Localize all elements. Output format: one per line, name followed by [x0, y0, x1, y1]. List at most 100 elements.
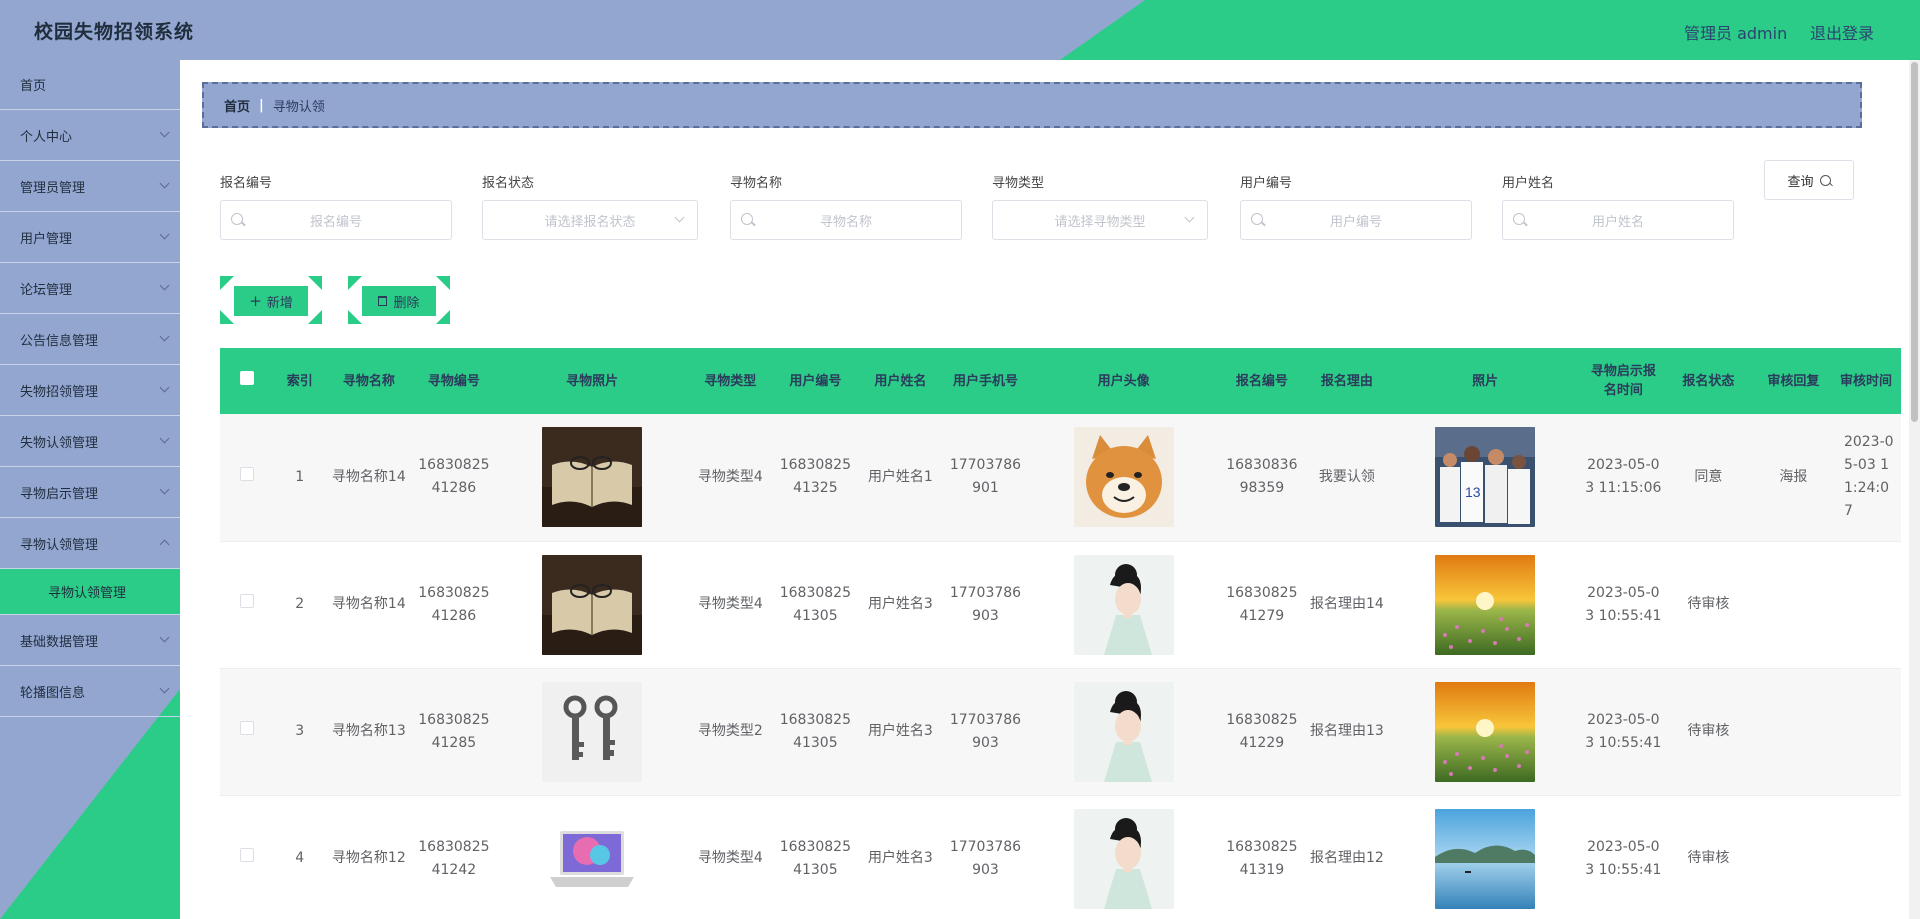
user-avatar-cell [1028, 668, 1219, 795]
select-all[interactable] [220, 348, 273, 414]
sidebar-item-label: 基础数据管理 [20, 634, 99, 650]
sidebar-item-base-data[interactable]: 基础数据管理 [0, 615, 180, 666]
checkbox[interactable] [239, 594, 254, 608]
cell-baoming-no: 1683082541229 [1226, 711, 1298, 751]
sidebar-item-profile[interactable]: 个人中心 [0, 110, 180, 161]
col-header[interactable]: 报名理由 [1304, 348, 1389, 414]
user-name-input[interactable]: 用户姓名 [1502, 200, 1734, 240]
cell-goods-no: 1683082541286 [418, 457, 490, 497]
trash-icon [378, 296, 388, 306]
col-header[interactable]: 审核时间 [1836, 348, 1901, 414]
col-header[interactable]: 用户手机号 [943, 348, 1028, 414]
corner-decor [308, 276, 322, 290]
sidebar-item-users[interactable]: 用户管理 [0, 212, 180, 263]
filter-label-goods-type: 寻物类型 [992, 176, 1045, 191]
checkbox[interactable] [239, 848, 254, 862]
col-header[interactable]: 审核回复 [1751, 348, 1836, 414]
cell-time: 2023-05-03 11:15:06 [1585, 457, 1662, 497]
col-header[interactable]: 用户姓名 [858, 348, 943, 414]
breadcrumb-home[interactable]: 首页 [224, 96, 250, 115]
checkbox[interactable] [239, 721, 254, 735]
col-header[interactable]: 报名状态 [1666, 348, 1751, 414]
row-select[interactable] [220, 795, 273, 919]
goods-photo[interactable] [542, 681, 643, 782]
table-row[interactable]: 1 寻物名称14 1683082541286 寻物类型4 1683082541325 用户… [220, 414, 1901, 541]
claim-photo[interactable] [1435, 681, 1536, 782]
sidebar-item-notices[interactable]: 公告信息管理 [0, 314, 180, 365]
user-avatar[interactable] [1073, 554, 1174, 655]
sidebar-item-label: 论坛管理 [20, 282, 73, 298]
goods-photo[interactable] [542, 554, 643, 655]
add-button[interactable]: + 新增 [220, 276, 322, 324]
goods-name-input[interactable]: 寻物名称 [730, 200, 962, 240]
col-header[interactable]: 照片 [1389, 348, 1580, 414]
cell-user-no: 1683082541305 [779, 838, 851, 878]
page-scrollbar[interactable] [1909, 60, 1920, 919]
col-header[interactable]: 用户头像 [1028, 348, 1219, 414]
search-icon [1819, 174, 1831, 186]
row-select[interactable] [220, 414, 273, 541]
row-select[interactable] [220, 541, 273, 668]
table-row[interactable]: 3 寻物名称13 1683082541285 寻物类型2 1683082541305 用户… [220, 668, 1901, 795]
chevron-down-icon [159, 127, 170, 138]
cell-user-no: 1683082541325 [779, 457, 851, 497]
user-no-input[interactable]: 用户编号 [1240, 200, 1472, 240]
col-header[interactable]: 索引 [273, 348, 326, 414]
checkbox[interactable] [239, 466, 254, 481]
cell-index: 2 [295, 596, 305, 612]
baoming-no-input[interactable]: 报名编号 [220, 200, 452, 240]
cell-index: 1 [295, 468, 305, 485]
sidebar-item-admins[interactable]: 管理员管理 [0, 161, 180, 212]
cell-reply [1751, 795, 1836, 919]
user-avatar-cell [1028, 541, 1219, 668]
sidebar-item-home[interactable]: 首页 [0, 60, 180, 110]
sidebar-item-lost-claim[interactable]: 失物认领管理 [0, 416, 180, 467]
checkbox[interactable] [239, 371, 254, 385]
user-avatar[interactable] [1073, 427, 1174, 528]
user-avatar[interactable] [1073, 808, 1174, 909]
user-avatar[interactable] [1073, 681, 1174, 782]
logout-link[interactable]: 退出登录 [1810, 20, 1874, 44]
col-header[interactable]: 寻物照片 [496, 348, 687, 414]
cell-baoming-no: 1683082541279 [1226, 584, 1298, 624]
sidebar-subitem-seek-claim-manage[interactable]: 寻物认领管理 [0, 569, 180, 615]
claim-photo[interactable] [1435, 808, 1536, 909]
placeholder: 寻物名称 [819, 214, 872, 230]
goods-photo[interactable] [542, 427, 643, 528]
table-row[interactable]: 2 寻物名称14 1683082541286 寻物类型4 1683082541305 用户… [220, 541, 1901, 668]
claim-photo-cell [1389, 668, 1580, 795]
delete-button[interactable]: 删除 [348, 276, 450, 324]
table-row[interactable]: 4 寻物名称12 1683082541242 寻物类型4 1683082541305 用户… [220, 795, 1901, 919]
col-header[interactable]: 寻物名称 [326, 348, 411, 414]
col-header[interactable]: 寻物类型 [688, 348, 773, 414]
goods-type-select[interactable]: 请选择寻物类型 [992, 200, 1208, 240]
cell-user-name: 用户姓名3 [867, 723, 933, 739]
scrollbar-thumb[interactable] [1911, 62, 1918, 422]
breadcrumb-current: 寻物认领 [272, 99, 325, 115]
goods-photo-cell [496, 541, 687, 668]
col-header[interactable]: 报名编号 [1219, 348, 1304, 414]
col-header[interactable]: 寻物编号 [411, 348, 496, 414]
cell-goods-no: 1683082541285 [418, 711, 490, 751]
goods-photo[interactable] [542, 808, 643, 909]
col-header[interactable]: 用户编号 [773, 348, 858, 414]
goods-photo-cell [496, 414, 687, 541]
corner-decor [436, 310, 450, 324]
sidebar-item-carousel[interactable]: 轮播图信息 [0, 666, 180, 717]
baoming-status-select[interactable]: 请选择报名状态 [482, 200, 698, 240]
cell-goods-type: 寻物类型4 [697, 850, 763, 866]
row-select[interactable] [220, 668, 273, 795]
claim-photo[interactable] [1435, 554, 1536, 655]
table-header-row: 索引 寻物名称 寻物编号 寻物照片 寻物类型 用户编号 用户姓名 用户手机号 用… [220, 348, 1901, 414]
sidebar-item-seek-notice[interactable]: 寻物启示管理 [0, 467, 180, 518]
sidebar-item-lost-found[interactable]: 失物招领管理 [0, 365, 180, 416]
current-user: 管理员 admin [1684, 24, 1788, 43]
user-avatar-cell [1028, 795, 1219, 919]
sidebar-item-forum[interactable]: 论坛管理 [0, 263, 180, 314]
query-button[interactable]: 查询 [1764, 160, 1854, 200]
cell-audit-time [1836, 795, 1901, 919]
claim-photo[interactable]: 13 [1435, 427, 1536, 528]
cell-phone: 17703786903 [949, 711, 1022, 751]
col-header[interactable]: 寻物启示报名时间 [1581, 348, 1666, 414]
sidebar-item-seek-claim[interactable]: 寻物认领管理 [0, 518, 180, 569]
